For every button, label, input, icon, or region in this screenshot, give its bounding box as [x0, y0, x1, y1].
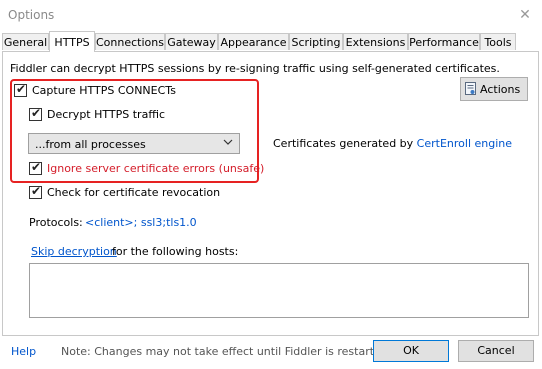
cert-engine-link[interactable]: CertEnroll engine: [417, 137, 512, 150]
cert-generator-text: Certificates generated by CertEnroll eng…: [273, 137, 512, 150]
close-icon[interactable]: ✕: [515, 5, 535, 25]
tab-scripting[interactable]: Scripting: [289, 33, 343, 50]
tab-gateway[interactable]: Gateway: [165, 33, 218, 50]
tab-performance[interactable]: Performance: [408, 33, 480, 50]
ignore-cert-errors-label: Ignore server certificate errors (unsafe…: [47, 162, 265, 175]
cert-revocation-label: Check for certificate revocation: [47, 186, 221, 199]
decrypt-https-label: Decrypt HTTPS traffic: [47, 108, 165, 121]
tab-appearance[interactable]: Appearance: [218, 33, 289, 50]
skip-decryption-suffix: for the following hosts:: [112, 245, 239, 258]
actions-label: Actions: [480, 83, 521, 96]
checkmark-icon: ✔: [16, 82, 27, 96]
protocols-link[interactable]: <client>; ssl3;tls1.0: [85, 216, 197, 229]
checkmark-icon: ✔: [31, 106, 42, 120]
skip-hosts-textarea[interactable]: [29, 263, 529, 318]
protocols-label: Protocols:: [29, 216, 83, 229]
process-filter-select[interactable]: ...from all processes: [28, 133, 240, 154]
actions-button[interactable]: Actions: [460, 77, 528, 101]
tab-connections[interactable]: Connections: [95, 33, 165, 50]
tab-https[interactable]: HTTPS: [49, 31, 95, 52]
decrypt-https-checkbox[interactable]: ✔: [29, 106, 42, 121]
ok-button[interactable]: OK: [373, 340, 449, 362]
restart-note: Note: Changes may not take effect until …: [61, 345, 392, 358]
cancel-button[interactable]: Cancel: [458, 340, 534, 362]
skip-decryption-link[interactable]: Skip decryption: [31, 245, 117, 258]
ignore-cert-errors-checkbox[interactable]: ✔: [29, 160, 42, 175]
checkmark-icon: ✔: [31, 184, 42, 198]
capture-https-checkbox[interactable]: ✔: [14, 82, 27, 97]
chevron-down-icon: [223, 139, 233, 145]
tab-tools[interactable]: Tools: [480, 33, 516, 50]
help-link[interactable]: Help: [11, 345, 36, 358]
window-title: Options: [8, 8, 55, 22]
title-bar: Options ✕: [0, 0, 542, 30]
capture-https-label: Capture HTTPS CONNECTs: [32, 84, 176, 97]
checkmark-icon: ✔: [31, 160, 42, 174]
tab-general[interactable]: General: [2, 33, 49, 50]
intro-text: Fiddler can decrypt HTTPS sessions by re…: [10, 62, 500, 75]
certificate-icon: [465, 82, 476, 95]
cert-generator-prefix: Certificates generated by: [273, 137, 414, 150]
tab-extensions[interactable]: Extensions: [343, 33, 408, 50]
https-panel: Fiddler can decrypt HTTPS sessions by re…: [2, 51, 539, 336]
cert-revocation-checkbox[interactable]: ✔: [29, 184, 42, 199]
process-filter-value: ...from all processes: [35, 138, 146, 151]
